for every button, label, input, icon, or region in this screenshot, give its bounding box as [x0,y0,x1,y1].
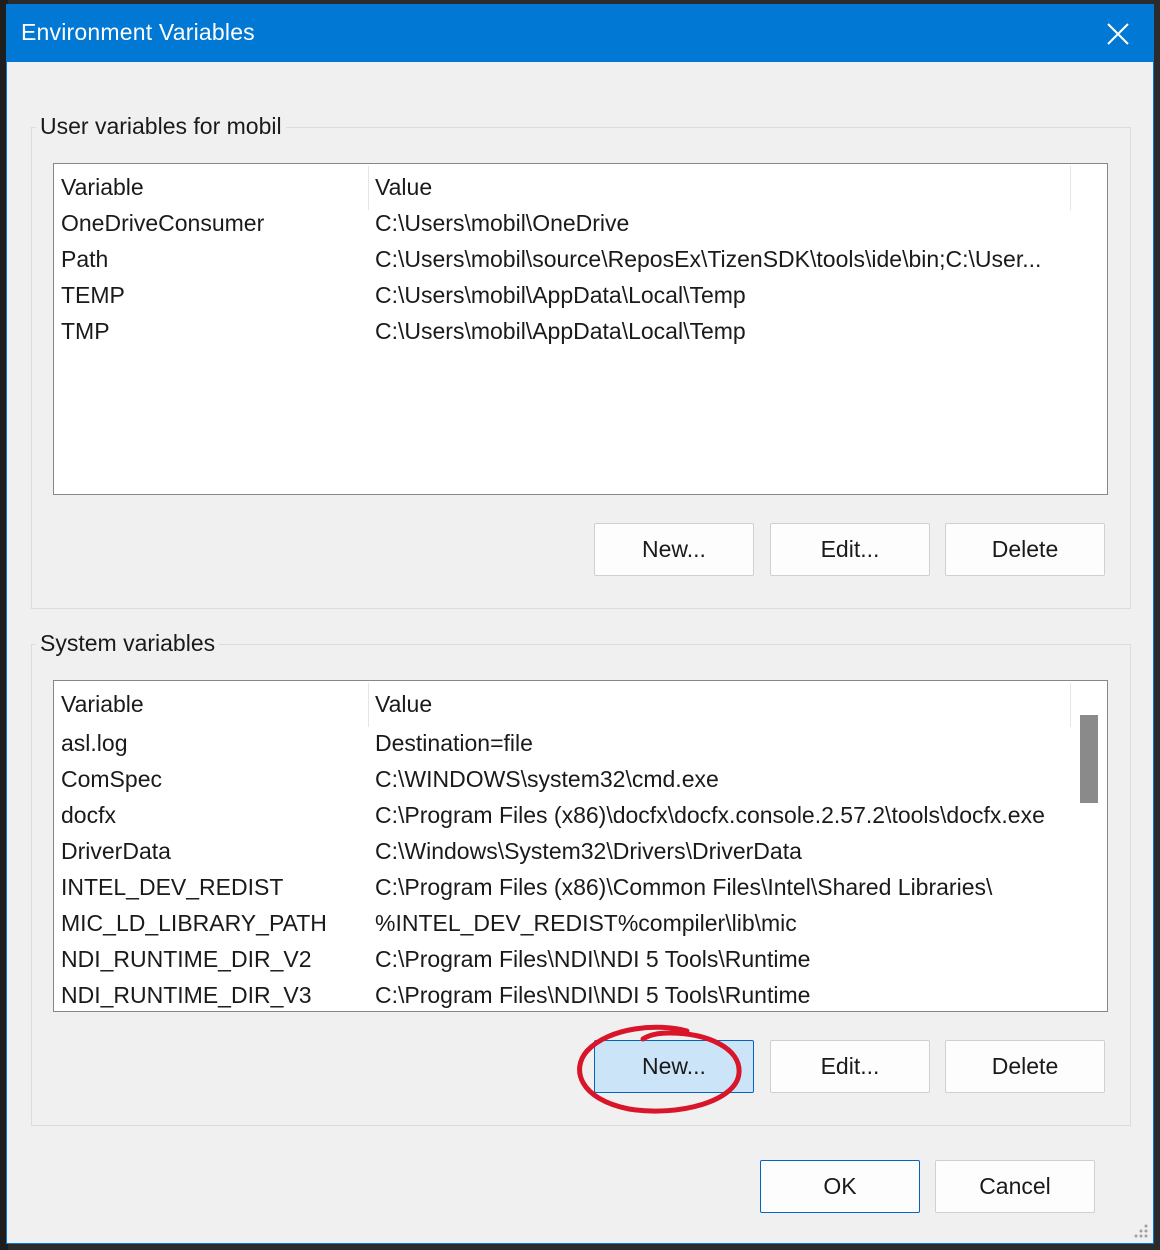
list-header: Variable Value [54,681,1071,727]
user-delete-button[interactable]: Delete [945,523,1105,576]
list-item[interactable]: MIC_LD_LIBRARY_PATH %INTEL_DEV_REDIST%co… [54,905,1071,941]
variable-value: C:\Users\mobil\OneDrive [375,210,630,236]
cancel-button[interactable]: Cancel [935,1160,1095,1213]
variable-value: C:\Windows\System32\Drivers\DriverData [375,838,802,864]
user-new-button[interactable]: New... [594,523,754,576]
variable-name: asl.log [61,730,128,756]
column-divider[interactable] [368,166,369,210]
variable-name: docfx [61,802,116,828]
system-variables-label: System variables [36,630,220,657]
list-item[interactable]: OneDriveConsumer C:\Users\mobil\OneDrive [54,205,1071,241]
variable-name: OneDriveConsumer [61,210,265,236]
list-item[interactable]: INTEL_DEV_REDIST C:\Program Files (x86)\… [54,869,1071,905]
column-divider[interactable] [368,683,369,727]
list-item[interactable]: TEMP C:\Users\mobil\AppData\Local\Temp [54,277,1071,313]
variable-value: %INTEL_DEV_REDIST%compiler\lib\mic [375,910,797,936]
vertical-scrollbar[interactable] [1071,681,1107,1011]
variable-name: NDI_RUNTIME_DIR_V2 [61,946,312,972]
user-variables-list[interactable]: Variable Value OneDriveConsumer C:\Users… [53,163,1108,495]
list-item[interactable]: ComSpec C:\WINDOWS\system32\cmd.exe [54,761,1071,797]
variable-value: C:\WINDOWS\system32\cmd.exe [375,766,719,792]
variable-name: Path [61,246,109,272]
variable-value: Destination=file [375,730,533,756]
list-item[interactable]: DriverData C:\Windows\System32\Drivers\D… [54,833,1071,869]
variable-value: C:\Users\mobil\AppData\Local\Temp [375,282,746,308]
variable-value: C:\Program Files (x86)\Common Files\Inte… [375,874,993,900]
list-item[interactable]: TMP C:\Users\mobil\AppData\Local\Temp [54,313,1071,349]
title-bar: Environment Variables [7,5,1153,62]
system-delete-button[interactable]: Delete [945,1040,1105,1093]
column-header-value[interactable]: Value [375,681,432,727]
ok-button[interactable]: OK [760,1160,920,1213]
variable-value: C:\Program Files\NDI\NDI 5 Tools\Runtime [375,946,811,972]
scroll-thumb[interactable] [1080,715,1098,803]
variable-name: NDI_RUNTIME_DIR_V3 [61,982,312,1008]
variable-name: INTEL_DEV_REDIST [61,874,284,900]
column-header-value[interactable]: Value [375,164,432,210]
list-item[interactable]: asl.log Destination=file [54,725,1071,761]
variable-name: MIC_LD_LIBRARY_PATH [61,910,327,936]
resize-grip-icon[interactable] [1131,1221,1149,1239]
column-header-variable[interactable]: Variable [61,681,144,727]
close-icon [1107,22,1129,45]
variable-value: C:\Users\mobil\source\ReposEx\TizenSDK\t… [375,246,1042,272]
column-divider[interactable] [1070,166,1071,210]
variable-value: C:\Users\mobil\AppData\Local\Temp [375,318,746,344]
user-edit-button[interactable]: Edit... [770,523,930,576]
window-title: Environment Variables [21,19,255,45]
variable-name: DriverData [61,838,171,864]
variable-name: ComSpec [61,766,162,792]
list-item[interactable]: NDI_RUNTIME_DIR_V2 C:\Program Files\NDI\… [54,941,1071,977]
variable-name: TMP [61,318,110,344]
user-variables-label: User variables for mobil [36,113,286,140]
close-button[interactable] [1083,5,1153,62]
variable-value: C:\Program Files\NDI\NDI 5 Tools\Runtime [375,982,811,1008]
variable-name: TEMP [61,282,125,308]
column-header-variable[interactable]: Variable [61,164,144,210]
list-item[interactable]: NDI_RUNTIME_DIR_V3 C:\Program Files\NDI\… [54,977,1071,1011]
system-edit-button[interactable]: Edit... [770,1040,930,1093]
environment-variables-dialog: Environment Variables User variables for… [6,4,1154,1244]
list-header: Variable Value [54,164,1071,210]
list-item[interactable]: docfx C:\Program Files (x86)\docfx\docfx… [54,797,1071,833]
system-new-button[interactable]: New... [594,1040,754,1093]
list-item[interactable]: Path C:\Users\mobil\source\ReposEx\Tizen… [54,241,1071,277]
system-variables-list[interactable]: Variable Value asl.log Destination=file … [53,680,1108,1012]
variable-value: C:\Program Files (x86)\docfx\docfx.conso… [375,802,1045,828]
